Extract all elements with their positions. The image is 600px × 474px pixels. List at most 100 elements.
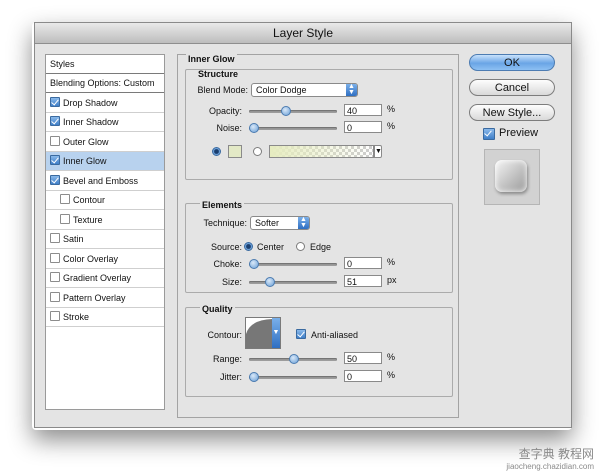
style-checkbox[interactable] (50, 272, 60, 282)
glow-gradient-swatch[interactable] (269, 145, 374, 158)
style-checkbox[interactable] (50, 96, 60, 107)
preview-shape (495, 160, 527, 192)
dialog-title: Layer Style (35, 23, 571, 44)
jitter-label: Jitter: (219, 372, 242, 382)
style-item-label: Pattern Overlay (63, 292, 126, 303)
jitter-input[interactable]: 0 (344, 370, 382, 382)
styles-list-item-contour[interactable]: Contour (46, 191, 164, 210)
gradient-dropdown-arrow-icon[interactable]: ▼ (374, 145, 382, 158)
layer-style-dialog: Layer Style Styles Blending Options: Cus… (34, 22, 572, 428)
style-checkbox[interactable] (50, 174, 60, 185)
styles-list-item-outer-glow[interactable]: Outer Glow (46, 133, 164, 152)
glow-color-swatch[interactable] (228, 145, 242, 158)
style-checkbox[interactable] (50, 135, 60, 146)
elements-title: Elements (200, 200, 245, 210)
styles-list-header[interactable]: Styles (46, 55, 164, 74)
style-item-label: Outer Glow (63, 136, 109, 147)
size-label: Size: (221, 277, 242, 287)
quality-group: Quality Contour: ▼ Anti-aliased Range: 5… (185, 304, 453, 397)
style-checkbox[interactable] (50, 291, 60, 302)
style-item-label: Inner Glow (63, 156, 107, 166)
style-checkbox[interactable] (60, 213, 70, 224)
contour-curve-icon (246, 319, 272, 348)
styles-list-item-texture[interactable]: Texture (46, 211, 164, 230)
size-slider[interactable] (249, 277, 337, 287)
blend-mode-value: Color Dodge (256, 85, 307, 95)
source-label: Source: (210, 242, 242, 252)
source-center-radio[interactable] (244, 242, 253, 251)
jitter-slider-knob[interactable] (249, 372, 259, 382)
choke-slider-knob[interactable] (249, 259, 259, 269)
style-item-label: Blending Options: Custom (50, 78, 155, 88)
style-item-label: Inner Shadow (63, 117, 119, 127)
noise-unit: % (387, 121, 396, 131)
new-style-button[interactable]: New Style... (469, 104, 555, 121)
styles-list-item-drop-shadow[interactable]: Drop Shadow (46, 94, 164, 113)
style-checkbox[interactable] (50, 116, 60, 126)
jitter-slider[interactable] (249, 372, 337, 382)
styles-list-item-inner-shadow[interactable]: Inner Shadow (46, 113, 164, 132)
style-item-label: Bevel and Emboss (63, 175, 139, 186)
source-edge-label: Edge (310, 242, 332, 252)
opacity-slider-knob[interactable] (281, 106, 291, 116)
technique-label: Technique: (203, 218, 247, 228)
styles-list-item-blending-options-custom[interactable]: Blending Options: Custom (46, 74, 164, 93)
range-slider[interactable] (249, 354, 337, 364)
size-slider-knob[interactable] (265, 277, 275, 287)
source-edge-radio[interactable] (296, 242, 305, 251)
technique-select[interactable]: Softer ▲ ▼ (250, 216, 310, 230)
style-checkbox[interactable] (50, 252, 60, 263)
style-checkbox[interactable] (50, 155, 60, 165)
range-label: Range: (212, 354, 242, 364)
range-slider-knob[interactable] (289, 354, 299, 364)
blend-mode-label: Blend Mode: (197, 85, 248, 95)
opacity-input[interactable]: 40 (344, 104, 382, 116)
source-center-label: Center (257, 242, 285, 252)
cancel-button[interactable]: Cancel (469, 79, 555, 96)
style-checkbox[interactable] (60, 194, 70, 204)
choke-slider[interactable] (249, 259, 337, 269)
solid-color-radio[interactable] (212, 147, 221, 156)
styles-list-item-satin[interactable]: Satin (46, 230, 164, 249)
choke-input[interactable]: 0 (344, 257, 382, 269)
styles-list-item-stroke[interactable]: Stroke (46, 308, 164, 327)
styles-list-item-inner-glow[interactable]: Inner Glow (46, 152, 164, 171)
range-unit: % (387, 352, 396, 362)
noise-slider-knob[interactable] (249, 123, 259, 133)
styles-list-item-color-overlay[interactable]: Color Overlay (46, 250, 164, 269)
contour-picker[interactable]: ▼ (245, 317, 281, 349)
size-input[interactable]: 51 (344, 275, 382, 287)
style-item-label: Satin (63, 234, 84, 244)
preview-checkbox[interactable] (483, 128, 495, 140)
jitter-unit: % (387, 370, 396, 380)
size-unit: px (387, 275, 397, 285)
style-checkbox[interactable] (50, 233, 60, 243)
watermark-url: jiaocheng.chazidian.com (506, 462, 594, 471)
watermark-title: 查字典 教程网 (518, 447, 594, 461)
style-item-label: Gradient Overlay (63, 273, 132, 283)
opacity-unit: % (387, 104, 396, 114)
styles-list-item-pattern-overlay[interactable]: Pattern Overlay (46, 289, 164, 308)
technique-value: Softer (255, 218, 280, 228)
blend-mode-select[interactable]: Color Dodge ▲ ▼ (251, 83, 358, 97)
styles-list-item-gradient-overlay[interactable]: Gradient Overlay (46, 269, 164, 288)
noise-label: Noise: (216, 123, 242, 133)
inner-glow-panel: Inner Glow Structure Blend Mode: Color D… (177, 54, 459, 418)
ok-button[interactable]: OK (469, 54, 555, 71)
contour-dropdown-arrow-icon[interactable]: ▼ (272, 318, 280, 348)
quality-title: Quality (200, 304, 235, 314)
gradient-radio[interactable] (253, 147, 262, 156)
structure-title: Structure (198, 69, 239, 79)
noise-input[interactable]: 0 (344, 121, 382, 133)
style-checkbox[interactable] (50, 311, 60, 321)
style-item-label: Texture (73, 214, 103, 225)
range-input[interactable]: 50 (344, 352, 382, 364)
styles-list-item-bevel-and-emboss[interactable]: Bevel and Emboss (46, 172, 164, 191)
contour-label: Contour: (207, 330, 242, 340)
style-item-label: Color Overlay (63, 253, 119, 264)
opacity-slider[interactable] (249, 106, 337, 116)
inner-glow-title: Inner Glow (186, 54, 237, 64)
anti-aliased-checkbox[interactable] (296, 329, 306, 339)
noise-slider[interactable] (249, 123, 337, 133)
select-arrows-icon: ▲ ▼ (298, 216, 309, 229)
